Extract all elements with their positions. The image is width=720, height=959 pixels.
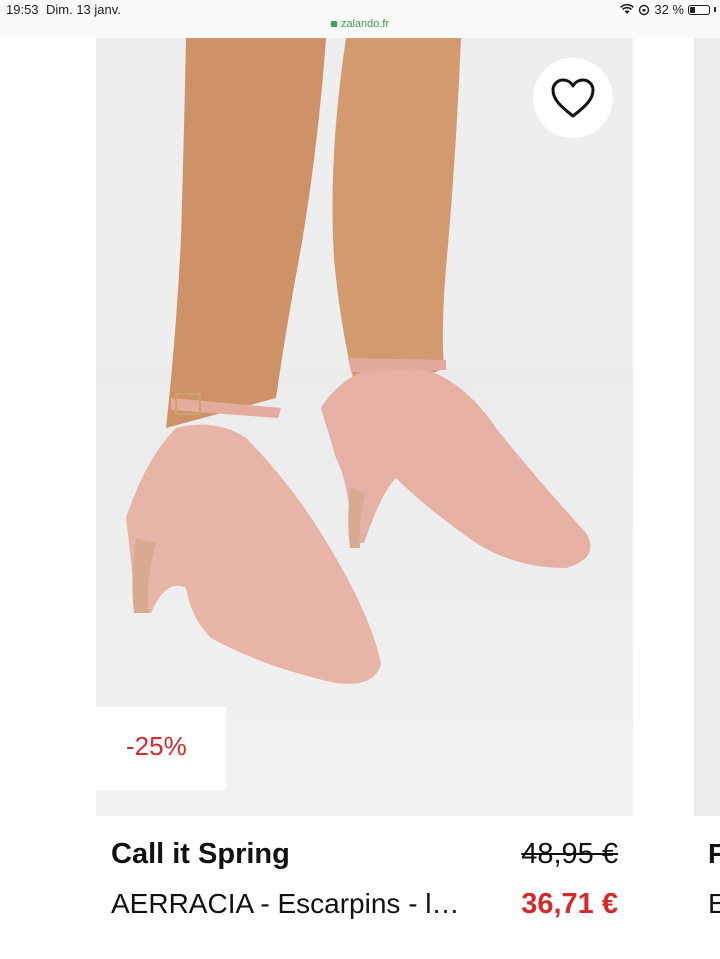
status-bar: 19:53 Dim. 13 janv. zalando.fr 32 % [0,0,720,38]
original-price: 48,95 € [521,838,618,870]
wifi-icon [620,4,635,14]
address-bar[interactable]: zalando.fr [0,18,720,30]
product-brand[interactable]: Call it Spring [111,838,290,871]
product-image[interactable] [96,38,633,816]
product-name[interactable]: AERRACIA - Escarpins - l… [111,888,491,920]
favorite-button[interactable] [533,58,613,138]
sale-price: 36,71 € [521,888,618,920]
next-product-brand[interactable]: F [708,838,720,870]
battery-percent: 32 % [654,2,684,17]
next-product-image[interactable] [694,38,720,816]
next-product-name[interactable]: E [708,888,720,920]
battery-icon [688,4,710,15]
status-date: Dim. 13 janv. [46,2,121,17]
heart-icon [551,78,595,118]
status-indicators: 32 % [620,2,716,17]
discount-text: -25% [126,731,187,761]
lock-icon [330,21,337,27]
url-text: zalando.fr [340,18,390,30]
status-time: 19:53 [6,2,39,17]
discount-badge: -25% [96,707,226,790]
shoe-photo [126,38,591,684]
orientation-lock-icon [639,4,650,15]
